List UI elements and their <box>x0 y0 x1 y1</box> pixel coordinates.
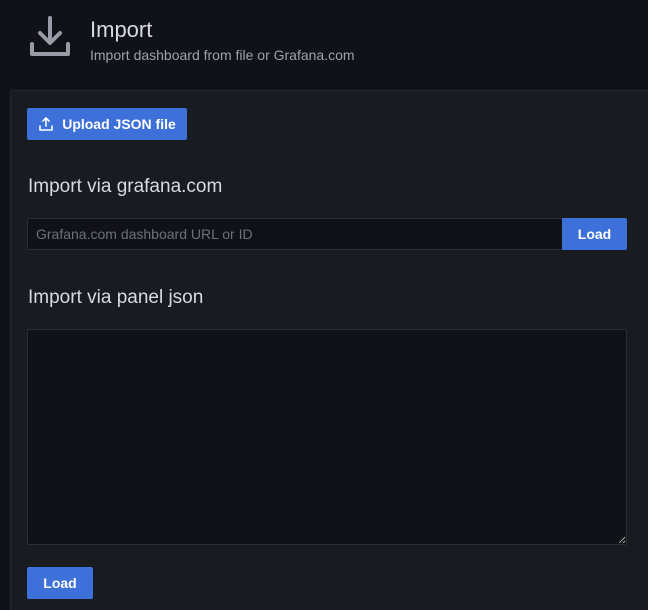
upload-json-button[interactable]: Upload JSON file <box>27 108 187 140</box>
page-title: Import <box>90 17 153 42</box>
page-subtitle: Import dashboard from file or Grafana.co… <box>90 47 355 63</box>
load-url-label: Load <box>577 226 612 242</box>
upload-icon <box>38 116 54 132</box>
upload-json-label: Upload JSON file <box>62 116 176 132</box>
load-url-button[interactable]: Load <box>562 218 627 250</box>
panel-json-section-title: Import via panel json <box>28 287 204 308</box>
load-json-button[interactable]: Load <box>27 567 93 599</box>
download-icon <box>26 14 74 62</box>
import-panel: Upload JSON file Import via grafana.com … <box>10 90 648 610</box>
panel-json-textarea[interactable] <box>27 329 627 545</box>
grafana-com-section-title: Import via grafana.com <box>28 176 223 197</box>
page-header: Import Import dashboard from file or Gra… <box>0 0 648 90</box>
load-json-label: Load <box>43 575 77 591</box>
grafana-com-url-input[interactable] <box>27 218 562 250</box>
import-page: Import Import dashboard from file or Gra… <box>0 0 648 610</box>
